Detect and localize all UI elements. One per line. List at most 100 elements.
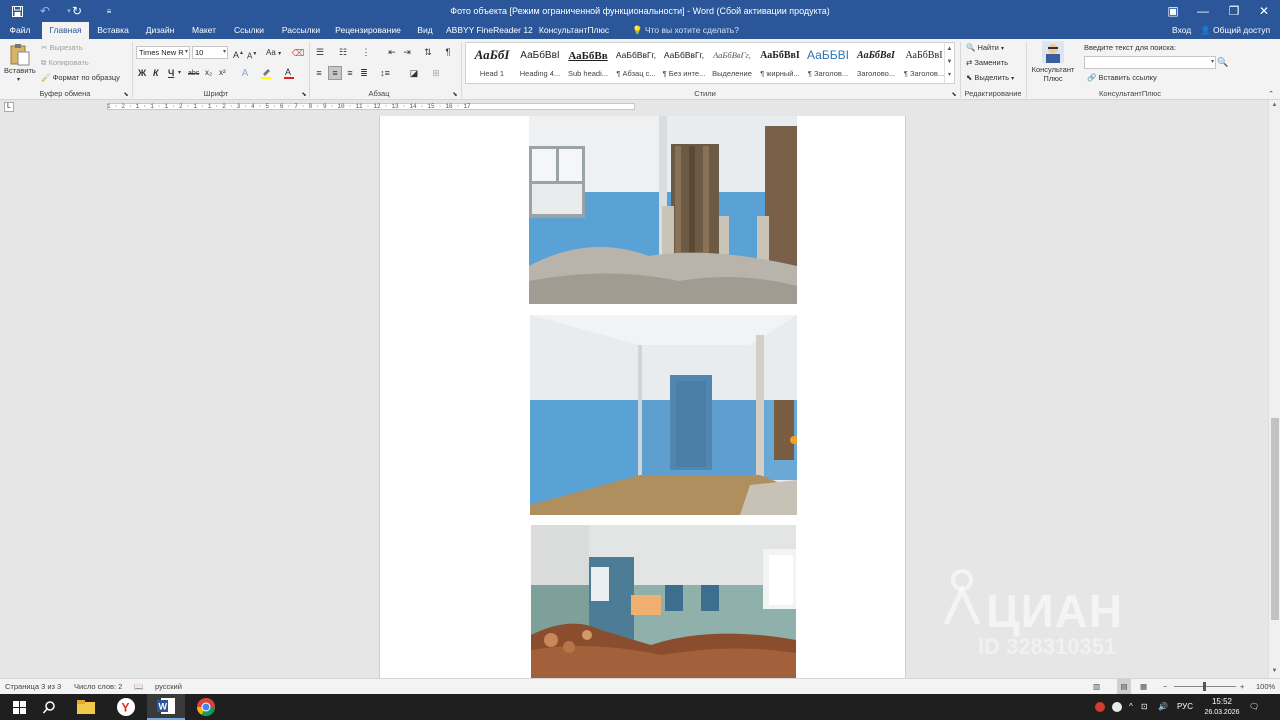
underline-button[interactable]: Ч [168, 68, 174, 78]
yandex-browser-icon[interactable]: Y [107, 694, 145, 720]
align-center-icon[interactable]: ≡ [328, 66, 342, 80]
clear-formatting-icon[interactable]: ⌫ [292, 47, 305, 59]
decrease-indent-icon[interactable]: ⇤ [386, 46, 398, 58]
select-button[interactable]: ⬉ Выделить ▾ [966, 73, 1014, 84]
tab-selector[interactable]: L [4, 102, 14, 112]
chevron-down-icon[interactable]: ▼ [945, 56, 954, 69]
multilevel-list-icon[interactable]: ⋮ [359, 46, 373, 58]
align-left-icon[interactable]: ≡ [313, 67, 325, 79]
input-language[interactable]: РУС [1177, 694, 1193, 720]
tab-home[interactable]: Главная [42, 22, 89, 40]
insert-link-button[interactable]: 🔗 Вставить ссылку [1087, 73, 1157, 83]
change-case-button[interactable]: Аа ▾ [266, 48, 281, 59]
more-icon[interactable]: ▾ [945, 69, 954, 82]
copy-button[interactable]: ⧉ Копировать [41, 58, 89, 68]
bullets-icon[interactable]: ☰ [313, 46, 327, 58]
font-size-combo[interactable]: 10 ▾ [192, 46, 228, 59]
proofing-icon[interactable]: 📖 [134, 679, 143, 695]
file-explorer-icon[interactable] [67, 694, 105, 720]
clock[interactable]: 15:52 26.03.2026 [1203, 694, 1241, 720]
style-item[interactable]: АаБбВвГг, ¶ Абзац с... [612, 45, 660, 81]
tab-mailings[interactable]: Рассылки [277, 22, 325, 39]
borders-icon[interactable]: ⊞ [428, 67, 444, 79]
increase-indent-icon[interactable]: ⇥ [401, 46, 413, 58]
consultant-button[interactable]: Консультант Плюс [1030, 65, 1076, 83]
tab-references[interactable]: Ссылки [228, 22, 270, 39]
subscript-button[interactable]: x₂ [205, 68, 212, 78]
style-item[interactable]: АаБбВвГг, ¶ Без инте... [660, 45, 708, 81]
cut-button[interactable]: ✂ Вырезать [41, 43, 83, 53]
superscript-button[interactable]: x² [219, 68, 226, 78]
tab-review[interactable]: Рецензирование [333, 22, 403, 39]
minimize-button[interactable]: — [1187, 0, 1219, 22]
yandex-tray-icon[interactable] [1112, 694, 1122, 720]
font-launcher-icon[interactable]: ⬊ [300, 90, 308, 98]
redo-icon[interactable]: ↻ [64, 0, 90, 22]
ribbon-options-icon[interactable]: ▣ [1157, 0, 1189, 22]
consultant-search-input[interactable]: ▾ [1084, 56, 1216, 69]
search-icon[interactable]: 🔍 [1217, 56, 1229, 68]
notifications-icon[interactable]: 🗨 [1249, 694, 1259, 720]
volume-icon[interactable]: 🔊 [1158, 694, 1168, 720]
pilcrow-icon[interactable]: ¶ [442, 46, 454, 58]
chevron-up-icon[interactable]: ▲ [945, 43, 954, 56]
format-painter-button[interactable]: 🖌 Формат по образцу [41, 73, 120, 83]
consultant-avatar-icon[interactable] [1042, 41, 1064, 63]
strikethrough-button[interactable]: abc [188, 69, 199, 79]
maximize-button[interactable]: ❐ [1218, 0, 1250, 22]
styles-scroll[interactable]: ▲ ▼ ▾ [944, 43, 954, 83]
bold-button[interactable]: Ж [138, 68, 146, 78]
network-icon[interactable]: ⊡ [1141, 694, 1148, 720]
style-item[interactable]: АаБбВвІ ¶ Заголов... [900, 45, 948, 81]
grow-font-button[interactable]: A▲ [233, 48, 244, 60]
replace-button[interactable]: ⇄ Заменить [966, 58, 1008, 68]
underline-dropdown-icon[interactable]: ▾ [178, 68, 181, 78]
document-page[interactable] [379, 116, 906, 678]
justify-icon[interactable]: ≣ [358, 67, 370, 79]
style-item[interactable]: АаБбВвI Heading 4... [516, 45, 564, 81]
font-color-icon[interactable]: A [283, 67, 295, 79]
zoom-level[interactable]: 100% [1256, 679, 1275, 695]
scroll-up-icon[interactable]: ▲ [1269, 100, 1280, 110]
clipboard-launcher-icon[interactable]: ⬊ [122, 90, 130, 98]
style-item[interactable]: АаББВІ ¶ Заголов... [804, 45, 852, 81]
italic-button[interactable]: К [153, 68, 159, 78]
save-icon[interactable] [4, 0, 30, 22]
zoom-out-button[interactable]: − [1163, 679, 1167, 695]
vertical-scrollbar[interactable]: ▲ ▼ [1268, 100, 1280, 678]
sign-in-link[interactable]: Вход [1172, 22, 1191, 39]
share-button[interactable]: 👤 Общий доступ [1200, 22, 1270, 39]
line-spacing-icon[interactable]: ↕≡ [377, 67, 393, 79]
tray-chevron-icon[interactable]: ^ [1129, 694, 1133, 720]
photo-room-1[interactable] [529, 116, 797, 304]
undo-icon[interactable]: ↶ [32, 0, 58, 22]
page-count[interactable]: Страница 3 из 3 [5, 679, 61, 695]
print-layout-icon[interactable]: ▤ [1117, 679, 1131, 695]
document-area[interactable] [0, 116, 1268, 678]
word-count[interactable]: Число слов: 2 [74, 679, 122, 695]
tab-abbyy[interactable]: ABBYY FineReader 12 [446, 22, 533, 39]
tab-insert[interactable]: Вставка [93, 22, 133, 39]
chrome-icon[interactable] [187, 694, 225, 720]
style-item[interactable]: АаБбВвI ¶ жирный... [756, 45, 804, 81]
numbering-icon[interactable]: ☷ [336, 46, 350, 58]
find-button[interactable]: 🔍 Найти ▾ [966, 43, 1004, 54]
language-indicator[interactable]: русский [155, 679, 182, 695]
highlight-icon[interactable] [260, 67, 272, 79]
tab-file[interactable]: Файл [0, 22, 40, 39]
tab-design[interactable]: Дизайн [140, 22, 180, 39]
shading-icon[interactable]: ◪ [406, 67, 422, 79]
scroll-down-icon[interactable]: ▼ [1269, 666, 1280, 676]
align-right-icon[interactable]: ≡ [344, 67, 356, 79]
style-item[interactable]: АаБбВв Sub headi... [564, 45, 612, 81]
paste-icon[interactable] [6, 42, 34, 68]
paste-dropdown-icon[interactable]: ▾ [17, 75, 20, 85]
styles-launcher-icon[interactable]: ⬊ [950, 90, 958, 98]
tell-me-box[interactable]: 💡 Что вы хотите сделать? [632, 22, 739, 39]
paragraph-launcher-icon[interactable]: ⬊ [451, 90, 459, 98]
web-layout-icon[interactable]: ▦ [1140, 679, 1147, 695]
sort-icon[interactable]: ⇅ [422, 46, 434, 58]
tab-view[interactable]: Вид [411, 22, 439, 39]
text-effects-icon[interactable]: A [239, 67, 251, 79]
zoom-in-button[interactable]: + [1240, 679, 1244, 695]
